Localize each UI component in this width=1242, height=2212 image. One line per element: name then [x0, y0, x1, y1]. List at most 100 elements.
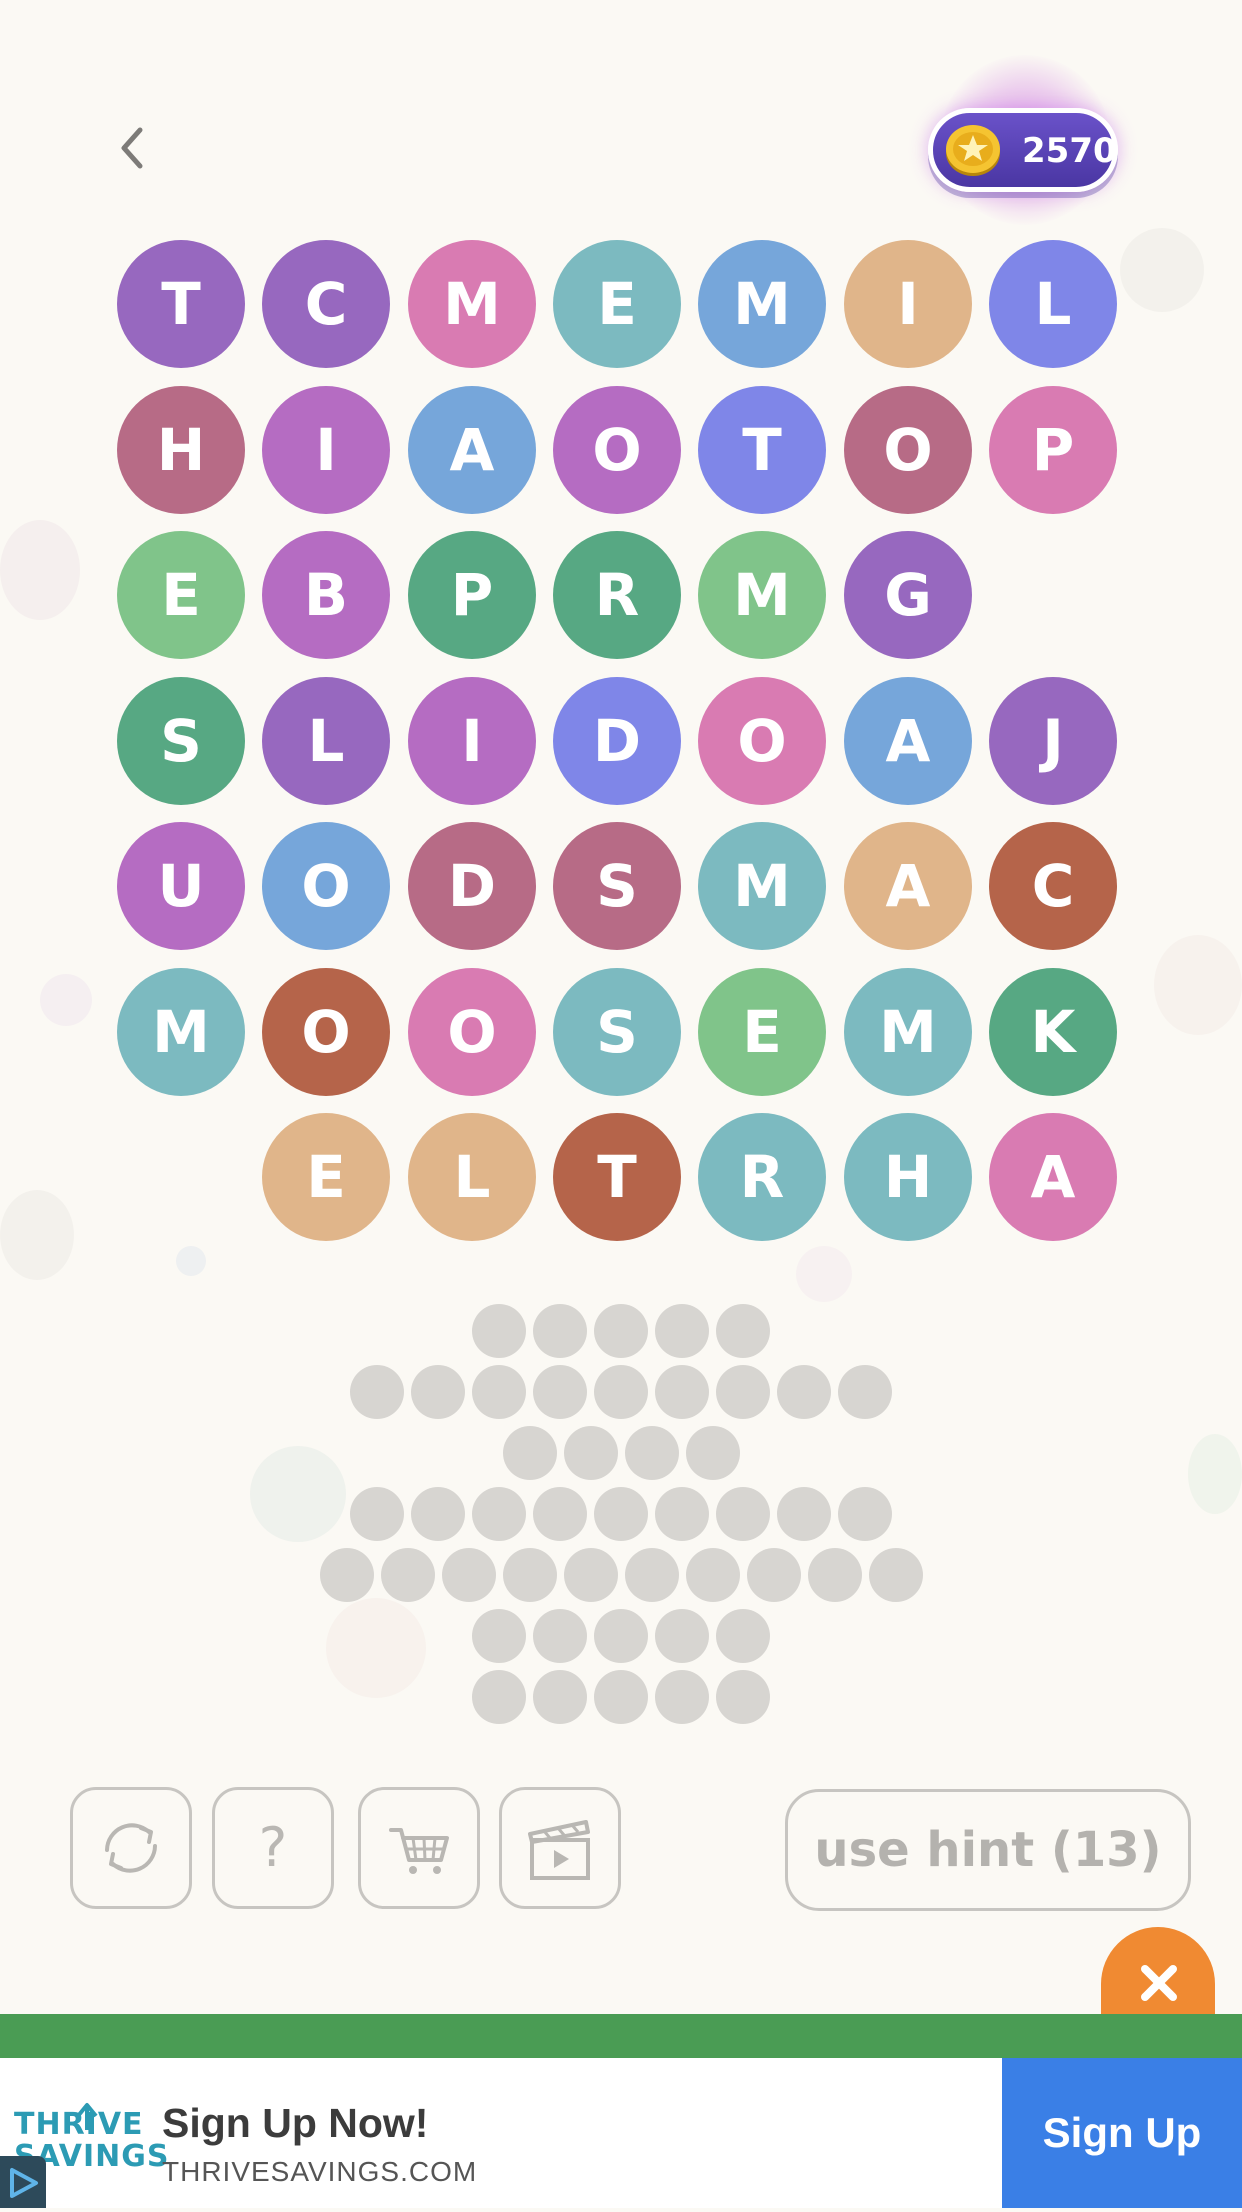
- answer-slot: [655, 1304, 709, 1358]
- letter-tile[interactable]: A: [844, 822, 972, 950]
- background-bubble: [40, 974, 92, 1026]
- letter-tile[interactable]: I: [844, 240, 972, 368]
- answer-slot: [411, 1365, 465, 1419]
- letter-tile[interactable]: R: [698, 1113, 826, 1241]
- letter-tile[interactable]: R: [553, 531, 681, 659]
- answer-slot: [838, 1487, 892, 1541]
- ad-banner[interactable]: THRIVE SAVINGS Sign Up Now! THRIVESAVING…: [0, 2058, 1242, 2208]
- letter-tile[interactable]: A: [408, 386, 536, 514]
- answer-slot: [564, 1548, 618, 1602]
- letter-tile[interactable]: L: [408, 1113, 536, 1241]
- answer-slot: [594, 1609, 648, 1663]
- letter-tile[interactable]: O: [262, 822, 390, 950]
- letter-tile[interactable]: D: [553, 677, 681, 805]
- letter-tile[interactable]: M: [698, 240, 826, 368]
- letter-tile[interactable]: L: [262, 677, 390, 805]
- answer-slot: [686, 1426, 740, 1480]
- answer-slot: [625, 1548, 679, 1602]
- letter-tile[interactable]: B: [262, 531, 390, 659]
- letter-tile[interactable]: T: [553, 1113, 681, 1241]
- letter-tile[interactable]: S: [553, 822, 681, 950]
- coin-balance-button[interactable]: 2570: [928, 108, 1118, 192]
- letter-tile[interactable]: E: [262, 1113, 390, 1241]
- ad-sign-up-button[interactable]: Sign Up: [1002, 2058, 1242, 2208]
- answer-slot: [472, 1365, 526, 1419]
- ad-logo-text-top: THRIVE: [14, 2107, 144, 2142]
- use-hint-button[interactable]: use hint (13): [785, 1789, 1191, 1911]
- help-button[interactable]: ?: [212, 1787, 334, 1909]
- answer-slot: [716, 1487, 770, 1541]
- letter-tile[interactable]: D: [408, 822, 536, 950]
- letter-tile[interactable]: E: [698, 968, 826, 1096]
- back-button[interactable]: [104, 118, 164, 178]
- letter-tile[interactable]: E: [553, 240, 681, 368]
- background-bubble: [796, 1246, 852, 1302]
- answer-slot: [716, 1304, 770, 1358]
- shopping-cart-icon: [389, 1828, 449, 1874]
- ad-title[interactable]: Sign Up Now!: [162, 2100, 428, 2147]
- background-bubble: [0, 1190, 74, 1280]
- answer-slot: [533, 1304, 587, 1358]
- answer-slot: [747, 1548, 801, 1602]
- answer-slot: [716, 1670, 770, 1724]
- answer-slot: [777, 1487, 831, 1541]
- shuffle-button[interactable]: [70, 1787, 192, 1909]
- letter-tile[interactable]: M: [408, 240, 536, 368]
- letter-tile[interactable]: H: [844, 1113, 972, 1241]
- letter-tile[interactable]: C: [262, 240, 390, 368]
- answer-slot: [594, 1670, 648, 1724]
- adchoices-icon: [10, 2168, 38, 2198]
- letter-tile[interactable]: O: [698, 677, 826, 805]
- letter-tile[interactable]: M: [698, 531, 826, 659]
- letter-tile[interactable]: U: [117, 822, 245, 950]
- coin-count: 2570: [1022, 131, 1117, 171]
- letter-tile[interactable]: K: [989, 968, 1117, 1096]
- answer-slot: [533, 1365, 587, 1419]
- answer-slot: [472, 1609, 526, 1663]
- letter-tile[interactable]: G: [844, 531, 972, 659]
- answer-slot: [716, 1609, 770, 1663]
- answer-slot: [503, 1426, 557, 1480]
- ad-url[interactable]: THRIVESAVINGS.COM: [162, 2156, 477, 2188]
- answer-slot: [533, 1487, 587, 1541]
- letter-tile[interactable]: T: [117, 240, 245, 368]
- letter-tile[interactable]: A: [989, 1113, 1117, 1241]
- answer-slot: [350, 1365, 404, 1419]
- letter-tile[interactable]: P: [408, 531, 536, 659]
- answer-slot: [381, 1548, 435, 1602]
- background-bubble: [1120, 228, 1204, 312]
- chevron-left-icon: [121, 127, 143, 169]
- shop-button[interactable]: [358, 1787, 480, 1909]
- video-clapperboard-icon: [528, 1820, 590, 1880]
- answer-slot: [472, 1670, 526, 1724]
- answer-slot: [320, 1548, 374, 1602]
- letter-tile[interactable]: L: [989, 240, 1117, 368]
- answer-slot: [686, 1548, 740, 1602]
- answer-slot: [350, 1487, 404, 1541]
- letter-tile[interactable]: S: [117, 677, 245, 805]
- letter-tile[interactable]: I: [408, 677, 536, 805]
- letter-tile[interactable]: O: [408, 968, 536, 1096]
- answer-slot: [655, 1670, 709, 1724]
- letter-tile[interactable]: J: [989, 677, 1117, 805]
- letter-tile[interactable]: O: [553, 386, 681, 514]
- letter-tile[interactable]: M: [698, 822, 826, 950]
- answer-slot: [594, 1365, 648, 1419]
- letter-tile[interactable]: M: [844, 968, 972, 1096]
- letter-tile[interactable]: H: [117, 386, 245, 514]
- letter-tile[interactable]: T: [698, 386, 826, 514]
- letter-tile[interactable]: E: [117, 531, 245, 659]
- letter-tile[interactable]: O: [844, 386, 972, 514]
- adchoices-button[interactable]: [0, 2156, 46, 2208]
- letter-tile[interactable]: I: [262, 386, 390, 514]
- video-reward-button[interactable]: [499, 1787, 621, 1909]
- letter-tile[interactable]: S: [553, 968, 681, 1096]
- letter-tile[interactable]: C: [989, 822, 1117, 950]
- answer-slot: [533, 1670, 587, 1724]
- letter-tile[interactable]: O: [262, 968, 390, 1096]
- letter-tile[interactable]: A: [844, 677, 972, 805]
- letter-tile[interactable]: M: [117, 968, 245, 1096]
- answer-slot: [838, 1365, 892, 1419]
- answer-slot: [655, 1487, 709, 1541]
- letter-tile[interactable]: P: [989, 386, 1117, 514]
